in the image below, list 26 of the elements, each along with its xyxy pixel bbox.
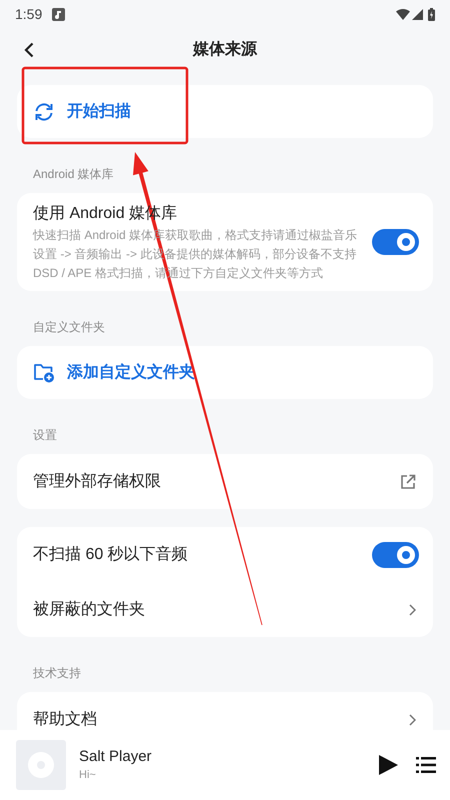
wifi-icon <box>396 8 410 20</box>
app-notification-icon <box>52 8 66 20</box>
section-label: 设置 <box>33 427 57 443</box>
chevron-right-icon <box>409 714 416 726</box>
page-title: 媒体来源 <box>192 40 258 60</box>
play-button[interactable] <box>378 755 398 775</box>
section-label: Android 媒体库 <box>33 166 114 182</box>
folder-add-icon <box>33 362 55 382</box>
chevron-right-icon <box>409 604 416 616</box>
setting-title: 不扫描 60 秒以下音频 <box>33 544 189 564</box>
toggle-switch[interactable] <box>372 542 419 568</box>
external-link-icon <box>400 474 416 490</box>
section-label: 自定义文件夹 <box>33 319 105 335</box>
settings-nav-item[interactable]: 帮助文档 <box>17 692 433 730</box>
track-title: Salt Player <box>79 747 153 767</box>
section-label: 技术支持 <box>33 665 81 681</box>
scan-button[interactable]: 开始扫描 <box>17 85 433 138</box>
settings-nav-item[interactable]: 被屏蔽的文件夹 <box>17 582 433 637</box>
status-time: 1:59 <box>15 4 42 24</box>
refresh-icon <box>33 102 55 122</box>
playlist-button[interactable] <box>416 756 436 774</box>
battery-icon <box>428 8 435 20</box>
toggle-switch[interactable] <box>372 229 419 255</box>
signal-icon <box>412 8 423 20</box>
track-subtitle: Hi~ <box>79 768 97 783</box>
settings-link[interactable]: 管理外部存储权限 <box>17 454 433 509</box>
